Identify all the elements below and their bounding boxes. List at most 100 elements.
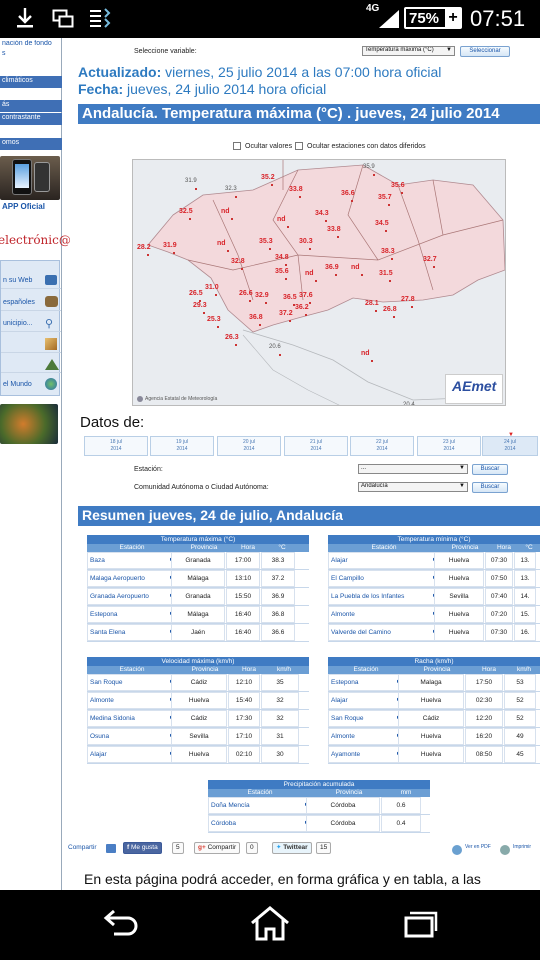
station-dot[interactable]: [231, 218, 233, 220]
hide-values-checkbox[interactable]: [233, 142, 241, 150]
date-tab-23[interactable]: 23 jul 2014: [417, 436, 481, 456]
station-dot[interactable]: [249, 300, 251, 302]
search-icon[interactable]: ⚲: [45, 317, 53, 330]
home-button[interactable]: [249, 905, 291, 946]
recent-apps-button[interactable]: [402, 910, 438, 945]
date-tab-21[interactable]: 21 jul 2014: [284, 436, 348, 456]
station-link[interactable]: Alajar: [328, 552, 440, 569]
station-dot[interactable]: [309, 248, 311, 250]
date-tab-19[interactable]: 19 jul 2014: [150, 436, 214, 456]
station-dot[interactable]: [385, 230, 387, 232]
sidebar-item-contrastante[interactable]: contrastante: [0, 113, 62, 125]
date-tab-18[interactable]: 18 jul 2014: [84, 436, 148, 456]
station-link[interactable]: San Roque: [328, 710, 404, 727]
station-dot[interactable]: [389, 280, 391, 282]
share-icon[interactable]: [106, 844, 116, 853]
station-link[interactable]: Granada Aeropuerto: [87, 588, 177, 605]
sidebar-item-as[interactable]: ás: [0, 100, 62, 112]
station-dot[interactable]: [411, 306, 413, 308]
station-link[interactable]: San Roque: [87, 674, 177, 691]
station-dot[interactable]: [215, 294, 217, 296]
app-promo-image[interactable]: [0, 156, 60, 200]
station-dot[interactable]: [173, 252, 175, 254]
station-dot[interactable]: [195, 188, 197, 190]
pdf-icon[interactable]: [452, 845, 462, 855]
station-link[interactable]: Baza: [87, 552, 177, 569]
station-dot[interactable]: [259, 324, 261, 326]
station-dot[interactable]: [401, 192, 403, 194]
station-link[interactable]: Córdoba: [208, 815, 312, 832]
station-dot[interactable]: [279, 354, 281, 356]
community-search-button[interactable]: Buscar: [472, 482, 508, 493]
station-link[interactable]: Malaga Aeropuerto: [87, 570, 177, 587]
station-dot[interactable]: [299, 196, 301, 198]
sidebar-item-climaticos[interactable]: climáticos: [0, 76, 62, 88]
electronica-logo[interactable]: electrónic@: [0, 233, 71, 247]
station-dot[interactable]: [393, 316, 395, 318]
station-dot[interactable]: [285, 278, 287, 280]
satellite-thumbnail[interactable]: [0, 404, 58, 444]
twitter-button[interactable]: ✦ Twittear: [272, 842, 312, 854]
pdf-link[interactable]: Ver en PDF: [465, 844, 491, 850]
station-dot[interactable]: [241, 268, 243, 270]
print-link[interactable]: Imprimir: [513, 844, 531, 850]
station-link[interactable]: Almonte: [87, 692, 177, 709]
temperature-map[interactable]: 35.9 31.9 32.3 35.2 33.8 36.6 35.6 35.7 32.5 nd 34…: [132, 159, 506, 406]
seleccionar-button[interactable]: Seleccionar: [460, 46, 510, 57]
station-dot[interactable]: [189, 218, 191, 220]
station-dot[interactable]: [388, 204, 390, 206]
sidebar-link-fondo[interactable]: nación de fondo: [0, 40, 60, 49]
station-dot[interactable]: [285, 264, 287, 266]
sidebar-link-fondo-2[interactable]: s: [0, 50, 60, 59]
gplus-share-button[interactable]: g+ Compartir: [194, 842, 241, 854]
station-link[interactable]: El Campillo: [328, 570, 440, 587]
date-tab-22[interactable]: 22 jul 2014: [350, 436, 414, 456]
station-dot[interactable]: [269, 248, 271, 250]
community-select[interactable]: Andalucía ▼: [358, 482, 468, 492]
station-dot[interactable]: [361, 274, 363, 276]
station-dot[interactable]: [235, 196, 237, 198]
variable-select[interactable]: Temperatura máxima (°C) ▼: [362, 46, 455, 56]
station-link[interactable]: Estepona: [328, 674, 404, 691]
station-dot[interactable]: [271, 184, 273, 186]
print-icon[interactable]: [500, 845, 510, 855]
station-dot[interactable]: [309, 302, 311, 304]
date-tab-24[interactable]: 24 jul 2014: [482, 436, 538, 456]
station-link[interactable]: Doña Mencía: [208, 797, 312, 814]
date-tab-20[interactable]: 20 jul 2014: [217, 436, 281, 456]
station-dot[interactable]: [373, 174, 375, 176]
station-dot[interactable]: [235, 344, 237, 346]
station-link[interactable]: Almonte: [328, 606, 440, 623]
station-dot[interactable]: [315, 280, 317, 282]
station-link[interactable]: Medina Sidonia: [87, 710, 177, 727]
station-link[interactable]: Ayamonte: [328, 746, 404, 763]
station-dot[interactable]: [217, 326, 219, 328]
station-dot[interactable]: [325, 220, 327, 222]
station-link[interactable]: Valverde del Camino: [328, 624, 440, 641]
station-link[interactable]: Santa Elena: [87, 624, 177, 641]
station-dot[interactable]: [287, 226, 289, 228]
station-dot[interactable]: [337, 236, 339, 238]
station-dot[interactable]: [335, 274, 337, 276]
station-dot[interactable]: [203, 312, 205, 314]
app-oficial-label[interactable]: APP Oficial: [2, 202, 45, 211]
station-search-button[interactable]: Buscar: [472, 464, 508, 475]
station-dot[interactable]: [351, 200, 353, 202]
station-dot[interactable]: [265, 302, 267, 304]
station-select[interactable]: ... ▼: [358, 464, 468, 474]
station-dot[interactable]: [305, 314, 307, 316]
station-dot[interactable]: [371, 360, 373, 362]
station-dot[interactable]: [227, 250, 229, 252]
station-link[interactable]: Estepona: [87, 606, 177, 623]
station-link[interactable]: Alajar: [87, 746, 177, 763]
station-dot[interactable]: [147, 254, 149, 256]
hide-stations-checkbox[interactable]: [295, 142, 303, 150]
station-link[interactable]: Almonte: [328, 728, 404, 745]
station-link[interactable]: Alajar: [328, 692, 404, 709]
station-link[interactable]: Osuna: [87, 728, 177, 745]
station-dot[interactable]: [289, 320, 291, 322]
station-link[interactable]: La Puebla de los Infantes: [328, 588, 440, 605]
back-button[interactable]: [100, 908, 140, 943]
station-dot[interactable]: [391, 258, 393, 260]
station-dot[interactable]: [375, 310, 377, 312]
